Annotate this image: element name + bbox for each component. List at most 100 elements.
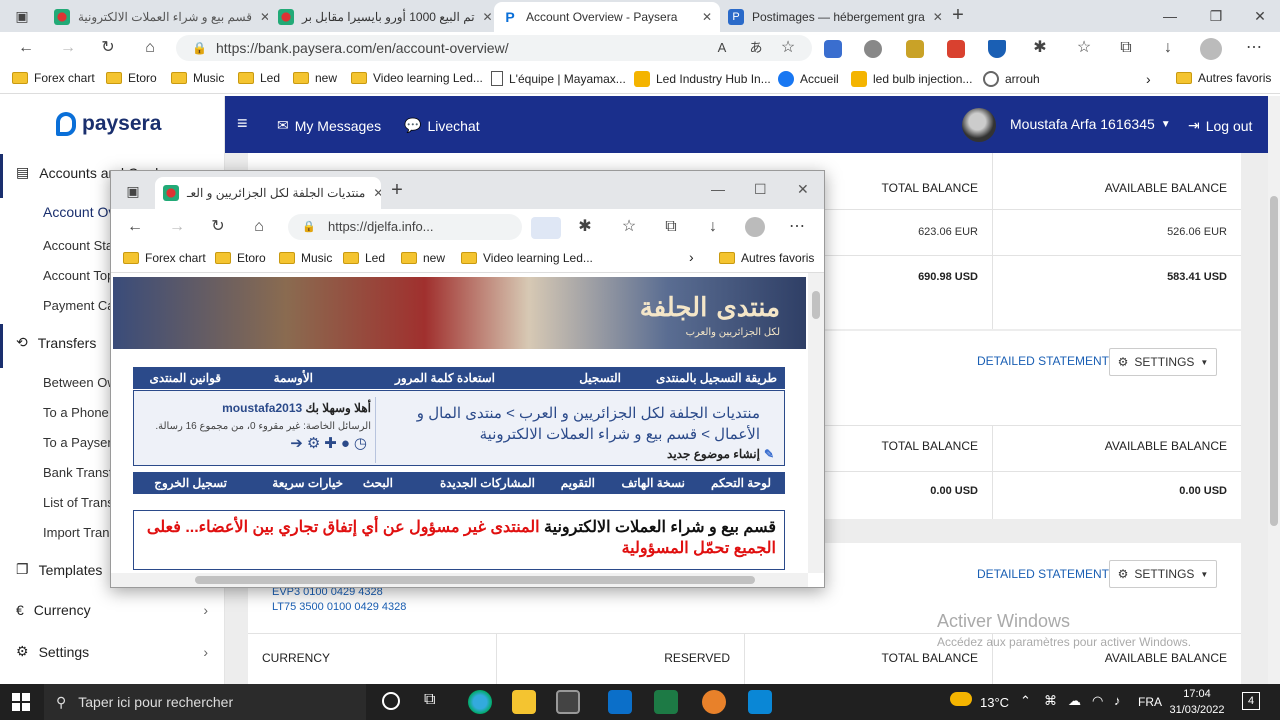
nav-registration-method[interactable]: طريقة التسجيل بالمنتدى [656,371,777,385]
tab-actions-icon[interactable]: ▣ [12,6,32,26]
reload-icon[interactable]: ↻ [98,38,118,58]
extensions-icon[interactable]: ✱ [575,217,595,237]
scrollbar-thumb[interactable] [812,291,820,319]
page-scrollbar[interactable] [1268,96,1280,684]
profile-icon[interactable] [745,217,765,237]
notifications-icon[interactable]: 4 [1242,692,1260,710]
translate-icon[interactable]: あ [746,38,766,58]
private-messages-status[interactable]: الرسائل الخاصة: غير مقروء 0، من مجموع 16… [136,421,371,432]
chevron-right-icon[interactable]: › [1146,71,1151,87]
popup-horizontal-scrollbar[interactable] [111,573,808,587]
new-tab-icon[interactable]: + [948,5,968,25]
speaker-icon[interactable]: ♪ [1114,693,1121,708]
sidebar-currency[interactable]: € Currency › [16,602,208,618]
settings-dropdown[interactable]: ⚙ SETTINGS ▼ [1109,348,1217,376]
extensions-icon[interactable]: ✱ [1030,38,1050,58]
back-icon[interactable]: ← [125,217,145,237]
nav-new-posts[interactable]: المشاركات الجديدة [440,476,535,490]
collections-icon[interactable]: ⧉ [661,217,681,237]
exit-icon[interactable]: ➔ [290,435,307,452]
extension-icon[interactable] [824,40,842,58]
close-icon[interactable]: ✕ [260,10,268,24]
back-icon[interactable]: ← [16,38,36,58]
profile-icon[interactable] [1200,38,1222,60]
bookmark-item[interactable]: Music [279,251,332,265]
restore-icon[interactable]: ❐ [1206,6,1226,26]
weather-icon[interactable] [950,692,972,706]
file-explorer-icon[interactable] [512,690,536,714]
user-menu[interactable]: Moustafa Arfa 1616345 ▼ [1010,116,1171,132]
hamburger-menu-icon[interactable]: ≡ [237,113,248,134]
bookmark-item[interactable]: new [293,71,337,85]
bookmark-item[interactable]: Autres favoris [1176,71,1271,85]
extension-icon[interactable] [906,40,924,58]
extension-icon[interactable] [864,40,882,58]
logout-link[interactable]: ⇥ Log out [1188,117,1252,134]
close-icon[interactable]: ✕ [933,10,942,24]
nav-recover-password[interactable]: استعادة كلمة المرور [395,371,495,385]
sidebar-item-to-phone[interactable]: To a Phone [43,405,109,420]
edge-icon[interactable] [468,690,492,714]
close-icon[interactable]: ✕ [373,186,381,200]
sidebar-templates[interactable]: ❐ Templates [16,561,102,578]
sidebar-item-to-paysera[interactable]: To a Paysera [43,435,119,450]
onedrive-icon[interactable]: ☁ [1068,693,1081,709]
wifi-icon[interactable]: ◠ [1092,693,1103,709]
windows-start-icon[interactable] [12,693,30,711]
app-icon[interactable] [702,690,726,714]
network-icon[interactable]: ⌘ [1044,693,1057,709]
language-indicator[interactable]: FRA [1138,695,1162,709]
detailed-statement-link[interactable]: DETAILED STATEMENT [977,567,1109,581]
collections-icon[interactable]: ⧉ [1116,38,1136,58]
detailed-statement-link[interactable]: DETAILED STATEMENT [977,354,1109,368]
mail-extension-icon[interactable] [947,40,965,58]
bookmark-item[interactable]: Autres favoris [719,251,814,265]
nav-logout[interactable]: تسجيل الخروج [154,476,227,490]
more-menu-icon[interactable]: ⋯ [1244,38,1264,58]
tab-djelfa-2[interactable]: تم البيع 1000 أورو بايسيرا مقابل بر ✕ [270,2,492,32]
nav-forum-rules[interactable]: قوانين المنتدى [149,371,221,385]
favorites-icon[interactable]: ☆ [619,217,639,237]
close-window-icon[interactable]: ✕ [797,181,809,198]
bookmark-item[interactable]: Forex chart [12,71,95,85]
weather-temp[interactable]: 13°C [980,695,1009,710]
paysera-logo[interactable]: paysera [56,112,161,136]
bookmark-item[interactable]: Led [343,251,385,265]
bookmark-item[interactable]: Accueil [778,71,839,87]
bookmark-item[interactable]: Led Industry Hub In... [634,71,771,87]
excel-icon[interactable] [654,690,678,714]
cortana-icon[interactable] [382,692,400,710]
sidebar-transfers[interactable]: ⟲ Transfers [16,334,96,351]
chat-icon[interactable]: ● [341,435,354,452]
bookmark-item[interactable]: L'équipe | Mayamax... [491,71,626,86]
gear-icon[interactable]: ⚙ [307,435,324,452]
nav-calendar[interactable]: التقويم [561,476,595,490]
livechat-link[interactable]: 💬 Livechat [404,117,480,134]
chevron-right-icon[interactable]: › [689,249,694,265]
bookmark-item[interactable]: Video learning Led... [461,251,593,265]
bookmark-item[interactable]: Etoro [106,71,157,85]
task-view-icon[interactable]: ⧉ [424,691,435,709]
home-icon[interactable]: ⌂ [140,38,160,58]
scrollbar-thumb[interactable] [1270,196,1278,526]
forward-icon[interactable]: → [167,217,187,237]
minimize-icon[interactable]: — [1160,6,1180,26]
downloads-icon[interactable]: ↓ [703,217,723,237]
downloads-icon[interactable]: ↓ [1158,38,1178,58]
breadcrumb[interactable]: منتديات الجلفة لكل الجزائريين و العرب > … [380,403,760,445]
clock-icon[interactable]: ◷ [354,435,371,452]
bookmark-item[interactable]: Forex chart [123,251,206,265]
avatar[interactable] [962,108,996,142]
bookmark-item[interactable]: new [401,251,445,265]
popup-url-bar[interactable]: 🔒 https://djelfa.info... [288,214,522,240]
bookmark-item[interactable]: Video learning Led... [351,71,483,85]
nav-control-panel[interactable]: لوحة التحكم [711,476,771,490]
home-icon[interactable]: ⌂ [249,217,269,237]
sidebar-settings[interactable]: ⚙ Settings › [16,643,208,660]
nav-badges[interactable]: الأوسمة [274,371,313,385]
tab-postimages[interactable]: P Postimages — hébergement gra ✕ [720,2,942,32]
tab-djelfa-1[interactable]: قسم بيع و شراء العملات الالكترونية ✕ [46,2,268,32]
scrollbar-thumb[interactable] [195,576,755,584]
taskbar-search[interactable]: ⚲ Taper ici pour rechercher [44,684,366,720]
new-topic-link[interactable]: ✎ إنشاء موضوع جديد [667,447,774,461]
